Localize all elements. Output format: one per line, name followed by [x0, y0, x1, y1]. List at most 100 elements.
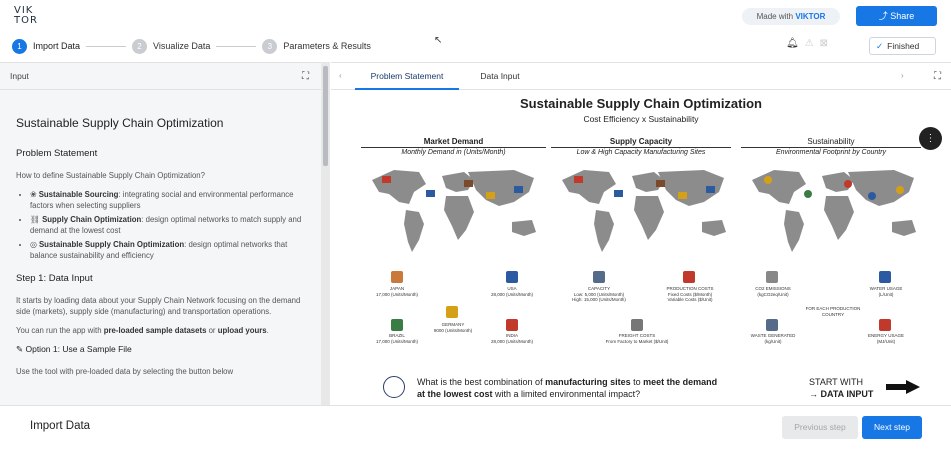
text: . — [266, 326, 269, 335]
problem-statement-image: Sustainable Supply Chain Optimization Co… — [331, 91, 951, 406]
q-bold: manufacturing sites — [545, 377, 631, 387]
tab-problem-statement[interactable]: Problem Statement — [355, 63, 459, 90]
footer-bar: Import Data Previous step Next step — [0, 405, 951, 450]
next-step-button[interactable]: Next step — [862, 416, 922, 439]
production-costs-label: PRODUCTION COSTS Fixed Costs ($/Month) Var… — [657, 286, 723, 303]
column-heading: Supply Capacity — [609, 137, 673, 146]
chevron-left-icon[interactable]: ‹ — [339, 71, 342, 80]
paragraph: You can run the app with pre-loaded samp… — [16, 325, 305, 336]
step-import-data[interactable]: 1 Import Data — [12, 38, 81, 54]
share-button[interactable]: ⤴ Share — [856, 6, 937, 26]
q-text: with a limited environmental impact? — [492, 389, 641, 399]
expand-icon[interactable]: ⛶ — [934, 63, 941, 90]
demand-label-germany: GERMANY 9000 (Units/Month) — [423, 322, 483, 333]
prod-title: PRODUCTION COSTS — [666, 286, 714, 291]
step-label: Parameters & Results — [283, 41, 371, 51]
logo-line-2: TOR — [14, 15, 38, 26]
chevron-right-icon[interactable]: › — [901, 71, 904, 80]
chain-icon: ⛓ — [30, 215, 43, 224]
previous-step-button[interactable]: Previous step — [782, 416, 858, 439]
made-with-badge[interactable]: Made with VIKTOR — [742, 8, 840, 25]
step-parameters-results[interactable]: 3 Parameters & Results — [262, 38, 371, 54]
option-heading: ✎ Option 1: Use a Sample File — [16, 344, 305, 355]
freight-text: From Factory to Market ($/Unit) — [605, 338, 669, 344]
question-icon — [383, 376, 405, 398]
divider — [361, 147, 546, 148]
divider — [551, 147, 731, 148]
figure-title: Sustainable Supply Chain Optimization — [520, 96, 762, 111]
co2-label: CO2 EMISSIONS (kgCO2eq/Unit) — [743, 286, 803, 297]
demand-value: 9000 (Units/Month) — [433, 327, 473, 333]
waste-unit: (kg/Unit) — [764, 338, 782, 344]
paragraph: It starts by loading data about your Sup… — [16, 296, 301, 316]
q-bold: meet the demand — [643, 377, 718, 387]
factory-icon — [446, 306, 458, 318]
demand-label-india: INDIA 28,000 (Units/Month) — [481, 333, 543, 344]
step-navigation: 1 Import Data 2 Visualize Data 3 Paramet… — [12, 38, 371, 54]
demand-value: 17,000 (Units/Month) — [375, 291, 419, 297]
step-visualize-data[interactable]: 2 Visualize Data — [132, 38, 211, 54]
factories-icon — [593, 271, 605, 283]
co2-icon — [766, 271, 778, 283]
arrow-right-icon — [886, 380, 920, 394]
list-item: ⛓ Supply Chain Optimization: design opti… — [30, 214, 305, 236]
step-number: 1 — [12, 38, 27, 54]
step-label: Visualize Data — [153, 41, 211, 51]
demand-label-japan: JAPAN 17,000 (Units/Month) — [367, 286, 427, 297]
energy-icon — [879, 319, 891, 331]
list-item-bold: Sustainable Supply Chain Optimization — [38, 240, 185, 249]
finished-button[interactable]: ✓ Finished — [869, 37, 936, 55]
step-label: Import Data — [33, 41, 81, 51]
text: You can run the app with — [16, 326, 104, 335]
scrollbar[interactable] — [321, 62, 330, 405]
water-icon — [879, 271, 891, 283]
share-label: Share — [890, 11, 915, 21]
error-icon[interactable]: ⊠ — [820, 38, 828, 49]
text-bold: pre-loaded sample datasets — [103, 326, 207, 335]
factory-icon — [506, 271, 518, 283]
input-panel: Input ⛶ Sustainable Supply Chain Optimiz… — [0, 62, 321, 405]
input-panel-title: Input — [10, 71, 29, 81]
scrollbar-thumb[interactable] — [323, 66, 328, 166]
paragraph: Use the tool with pre-loaded data by sel… — [16, 367, 234, 376]
status-icons: 🔔︎ ⚠︎ ⊠ — [786, 38, 828, 49]
world-map-sustainability — [752, 170, 916, 252]
viktor-logo[interactable]: VIK TOR — [14, 6, 38, 26]
q-text: to — [630, 377, 644, 387]
truck-icon — [631, 319, 643, 331]
energy-label: ENERGY USAGE (MJ/Unit) — [857, 333, 915, 344]
output-tabs: ‹ Problem Statement Data Input › ⛶ — [331, 63, 951, 90]
energy-unit: (MJ/Unit) — [876, 338, 896, 344]
co2-unit: (kgCO2eq/Unit) — [757, 291, 789, 297]
paragraph: How to define Sustainable Supply Chain O… — [16, 171, 205, 180]
demand-value: 28,000 (Units/Month) — [490, 291, 534, 297]
prod-var: Variable Costs ($/Unit) — [667, 297, 713, 302]
figure-subtitle: Cost Efficiency x Sustainability — [583, 114, 699, 124]
more-menu-button[interactable]: ⋮ — [919, 127, 942, 150]
text: or — [206, 326, 218, 335]
divider — [741, 147, 921, 148]
bell-icon[interactable]: 🔔︎ — [786, 38, 799, 49]
start-cta: START WITH → DATA INPUT — [809, 376, 873, 400]
finished-label: Finished — [887, 41, 920, 51]
tab-data-input[interactable]: Data Input — [467, 63, 533, 90]
expand-icon[interactable]: ⛶ — [302, 63, 309, 90]
production-country-label: FOR EACH PRODUCTION COUNTRY — [805, 306, 861, 317]
step-connector — [216, 45, 257, 47]
world-map-supply — [562, 170, 726, 252]
factory-icon — [391, 319, 403, 331]
column-subheading: Monthly Demand in (Units/Month) — [401, 149, 506, 156]
step-connector — [86, 45, 127, 47]
waste-icon — [766, 319, 778, 331]
warning-icon[interactable]: ⚠︎ — [805, 38, 814, 49]
demand-value: 17,000 (Units/Month) — [375, 338, 419, 344]
freight-costs-label: FREIGHT COSTS From Factory to Market ($/U… — [597, 333, 677, 344]
list-item-bold: Supply Chain Optimization — [42, 215, 142, 224]
section-heading: Step 1: Data Input — [16, 273, 93, 284]
world-map-demand — [372, 170, 536, 252]
option-heading-text: Option 1: Use a Sample File — [25, 344, 132, 354]
leaf-icon: ❀ — [30, 190, 39, 199]
demand-value: 28,000 (Units/Month) — [490, 338, 534, 344]
made-with-text: Made with — [756, 12, 794, 21]
column-subheading: Environmental Footprint by Country — [775, 149, 887, 156]
